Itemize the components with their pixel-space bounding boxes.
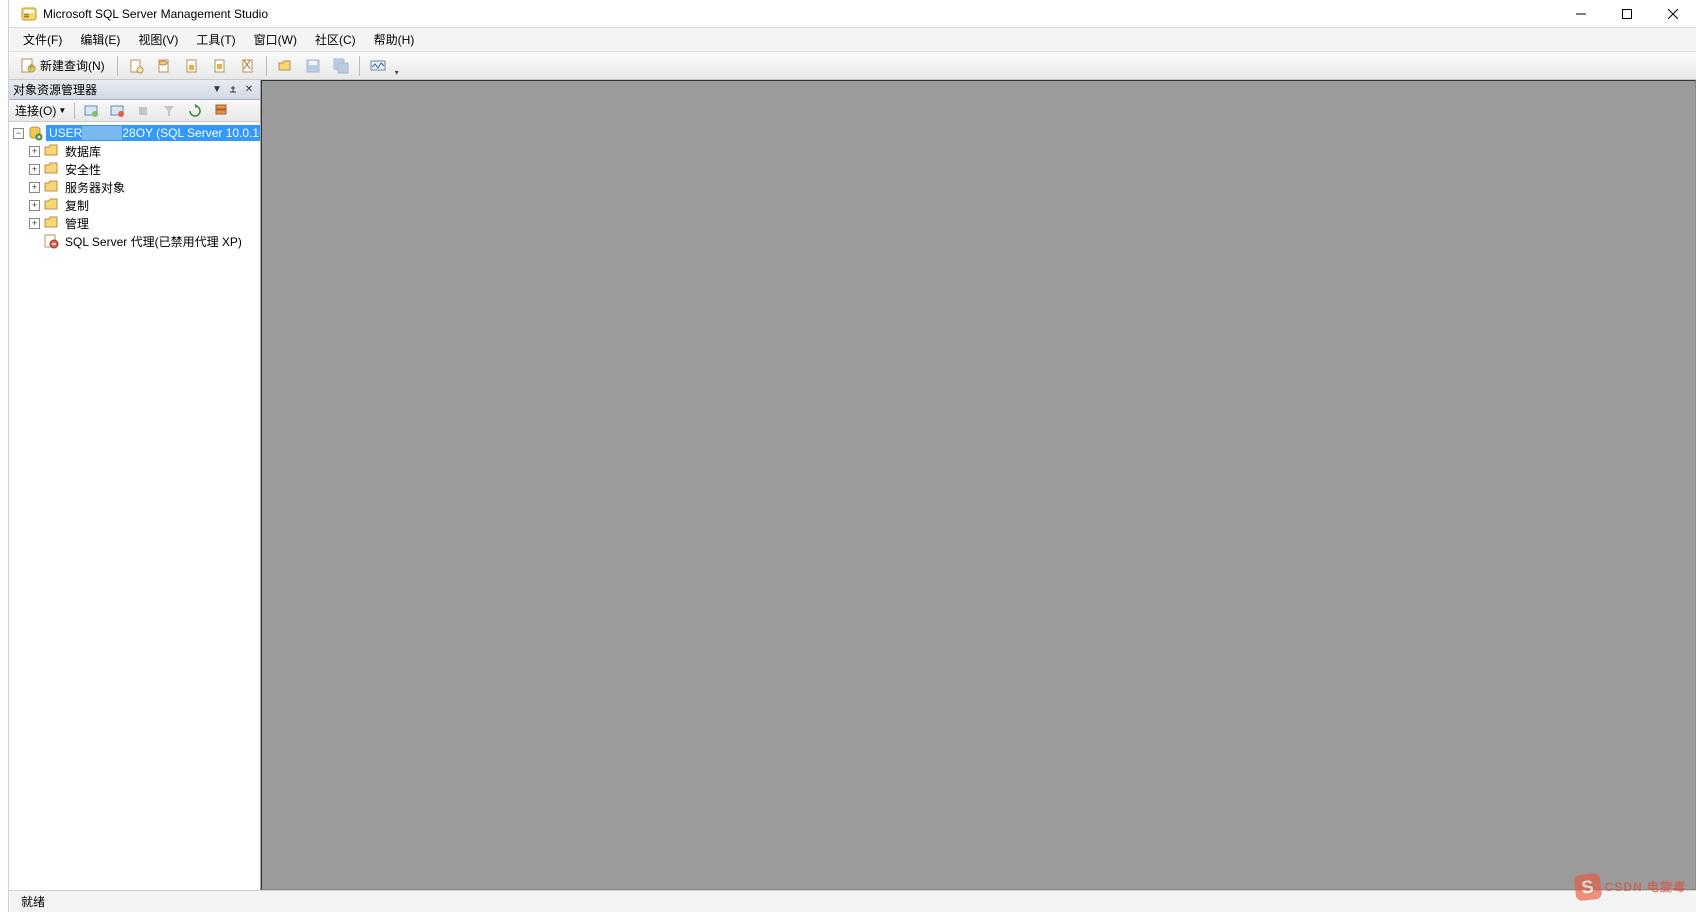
document-area bbox=[261, 80, 1696, 890]
toolbar-separator bbox=[359, 56, 360, 76]
sql-agent-icon bbox=[43, 233, 59, 249]
mdx-query-icon bbox=[212, 58, 228, 74]
new-query-icon: + bbox=[20, 58, 36, 74]
servers-icon bbox=[213, 103, 229, 119]
db-query-icon bbox=[156, 58, 172, 74]
title-bar: Microsoft SQL Server Management Studio bbox=[9, 0, 1696, 28]
analysis-query-button[interactable] bbox=[179, 55, 205, 77]
analysis-query-icon bbox=[184, 58, 200, 74]
open-file-button[interactable] bbox=[272, 55, 298, 77]
tree-sql-agent-node[interactable]: SQL Server 代理(已禁用代理 XP) bbox=[9, 232, 260, 250]
filter-icon bbox=[161, 103, 177, 119]
dropdown-arrow-icon: ▼ bbox=[58, 106, 66, 115]
server-objects-label: 服务器对象 bbox=[62, 178, 128, 197]
security-label: 安全性 bbox=[62, 160, 104, 179]
mdx-query-button[interactable] bbox=[207, 55, 233, 77]
svg-text:+: + bbox=[27, 60, 34, 74]
tree-server-objects-node[interactable]: + 服务器对象 bbox=[9, 178, 260, 196]
window-title: Microsoft SQL Server Management Studio bbox=[43, 7, 268, 21]
connect-label: 连接(O) bbox=[15, 102, 56, 119]
server-node-label: USER28OY (SQL Server 10.0.1600 bbox=[46, 125, 260, 142]
toolbar-separator bbox=[117, 56, 118, 76]
toolbar-overflow[interactable]: ▾ bbox=[393, 55, 401, 77]
status-bar: 就绪 bbox=[9, 890, 1696, 912]
minimize-button[interactable] bbox=[1558, 0, 1604, 28]
object-explorer-title: 对象资源管理器 bbox=[13, 81, 208, 98]
folder-icon bbox=[43, 197, 59, 213]
menu-tools[interactable]: 工具(T) bbox=[188, 29, 243, 50]
activity-monitor-icon bbox=[370, 58, 386, 74]
expand-icon[interactable]: + bbox=[29, 200, 40, 211]
app-icon bbox=[21, 6, 37, 22]
close-panel-icon[interactable]: ✕ bbox=[242, 83, 256, 97]
save-button[interactable] bbox=[300, 55, 326, 77]
expand-icon[interactable]: + bbox=[29, 182, 40, 193]
save-all-button[interactable] bbox=[328, 55, 354, 77]
expand-icon[interactable]: + bbox=[29, 218, 40, 229]
toolbar-separator bbox=[266, 56, 267, 76]
cropped-left-area bbox=[0, 0, 9, 912]
toolbar-separator bbox=[74, 103, 75, 119]
tree-server-node[interactable]: − USER28OY (SQL Server 10.0.1600 bbox=[9, 124, 260, 142]
save-all-icon bbox=[333, 58, 349, 74]
menu-bar: 文件(F) 编辑(E) 视图(V) 工具(T) 窗口(W) 社区(C) 帮助(H… bbox=[9, 28, 1696, 52]
panel-dropdown-icon[interactable]: ▼ bbox=[210, 83, 224, 97]
object-explorer-toolbar: 连接(O) ▼ bbox=[9, 100, 260, 122]
xmla-query-button[interactable]: X bbox=[235, 55, 261, 77]
menu-help[interactable]: 帮助(H) bbox=[366, 29, 423, 50]
tree-replication-node[interactable]: + 复制 bbox=[9, 196, 260, 214]
expand-icon[interactable]: + bbox=[29, 146, 40, 157]
stop-button[interactable] bbox=[131, 102, 155, 120]
activity-monitor-button[interactable] bbox=[365, 55, 391, 77]
save-icon bbox=[305, 58, 321, 74]
folder-icon bbox=[43, 215, 59, 231]
tree-management-node[interactable]: + 管理 bbox=[9, 214, 260, 232]
new-file-button[interactable] bbox=[123, 55, 149, 77]
pin-icon[interactable] bbox=[226, 83, 240, 97]
menu-view[interactable]: 视图(V) bbox=[130, 29, 186, 50]
open-folder-icon bbox=[277, 58, 293, 74]
stop-icon bbox=[135, 103, 151, 119]
registered-servers-button[interactable] bbox=[209, 102, 233, 120]
new-query-button[interactable]: + 新建查询(N) bbox=[13, 55, 112, 77]
connect-object-explorer-button[interactable] bbox=[79, 102, 103, 120]
disconnect-button[interactable] bbox=[105, 102, 129, 120]
tree-databases-node[interactable]: + 数据库 bbox=[9, 142, 260, 160]
new-query-label: 新建查询(N) bbox=[40, 57, 105, 74]
close-button[interactable] bbox=[1650, 0, 1696, 28]
sql-agent-label: SQL Server 代理(已禁用代理 XP) bbox=[62, 232, 245, 251]
disconnect-icon bbox=[109, 103, 125, 119]
folder-icon bbox=[43, 143, 59, 159]
collapse-icon[interactable]: − bbox=[13, 128, 24, 139]
menu-community[interactable]: 社区(C) bbox=[307, 29, 364, 50]
object-explorer-panel: 对象资源管理器 ▼ ✕ 连接(O) ▼ bbox=[9, 80, 261, 890]
menu-edit[interactable]: 编辑(E) bbox=[72, 29, 128, 50]
management-label: 管理 bbox=[62, 214, 92, 233]
menu-file[interactable]: 文件(F) bbox=[15, 29, 70, 50]
refresh-button[interactable] bbox=[183, 102, 207, 120]
maximize-button[interactable] bbox=[1604, 0, 1650, 28]
databases-label: 数据库 bbox=[62, 142, 104, 161]
connect-dropdown[interactable]: 连接(O) ▼ bbox=[11, 102, 70, 120]
expand-icon[interactable]: + bbox=[29, 164, 40, 175]
tree-security-node[interactable]: + 安全性 bbox=[9, 160, 260, 178]
object-explorer-tree: − USER28OY (SQL Server 10.0.1600 + 数据库 + bbox=[9, 122, 260, 890]
refresh-icon bbox=[187, 103, 203, 119]
db-engine-query-button[interactable] bbox=[151, 55, 177, 77]
redacted-area bbox=[82, 126, 122, 140]
new-file-icon bbox=[128, 58, 144, 74]
filter-button[interactable] bbox=[157, 102, 181, 120]
object-explorer-header: 对象资源管理器 ▼ ✕ bbox=[9, 80, 260, 100]
xmla-query-icon: X bbox=[240, 58, 256, 74]
folder-icon bbox=[43, 179, 59, 195]
main-toolbar: + 新建查询(N) X ▾ bbox=[9, 52, 1696, 80]
svg-text:X: X bbox=[243, 58, 251, 72]
folder-icon bbox=[43, 161, 59, 177]
server-icon bbox=[27, 125, 43, 141]
status-text: 就绪 bbox=[21, 893, 45, 910]
main-area: 对象资源管理器 ▼ ✕ 连接(O) ▼ bbox=[9, 80, 1696, 890]
replication-label: 复制 bbox=[62, 196, 92, 215]
menu-window[interactable]: 窗口(W) bbox=[246, 29, 305, 50]
connect-icon bbox=[83, 103, 99, 119]
